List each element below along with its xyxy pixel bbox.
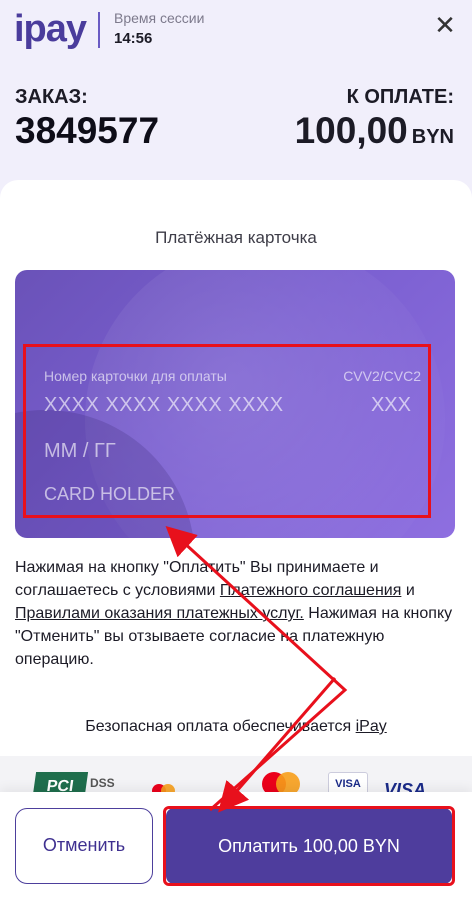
secure-text: Безопасная оплата обеспечивается <box>85 718 356 735</box>
pci-dss-text: DSS <box>90 776 115 790</box>
payment-currency: BYN <box>411 126 454 148</box>
payment-logos: PCI DSS VISA VISA <box>0 756 472 802</box>
card-fields-highlight <box>23 344 431 518</box>
ipay-link[interactable]: iPay <box>356 718 387 735</box>
terms-part2: и <box>401 582 415 599</box>
pay-button-highlight <box>163 806 455 886</box>
payment-agreement-link[interactable]: Платежного соглашения <box>220 582 401 599</box>
session-time-value: 14:56 <box>114 30 153 47</box>
secure-payment-note: Безопасная оплата обеспечивается iPay <box>0 718 472 736</box>
order-label: ЗАКАЗ: <box>15 86 88 108</box>
payment-rules-link[interactable]: Правилами оказания платежных услуг. <box>15 605 304 622</box>
session-time-label: Время сессии <box>114 10 205 26</box>
order-number: 3849577 <box>15 110 160 151</box>
card-form-title: Платёжная карточка <box>155 228 317 247</box>
close-icon[interactable]: ✕ <box>430 10 460 40</box>
payment-amount: 100,00 BYN <box>295 110 454 152</box>
cancel-button[interactable]: Отменить <box>15 808 153 884</box>
terms-text: Нажимая на кнопку "Оплатить" Вы принимае… <box>15 556 457 671</box>
ipay-logo: ipay <box>14 8 87 50</box>
logo-divider <box>98 12 100 48</box>
payment-amount-value: 100,00 <box>294 110 408 151</box>
payment-label: К ОПЛАТЕ: <box>346 86 454 108</box>
